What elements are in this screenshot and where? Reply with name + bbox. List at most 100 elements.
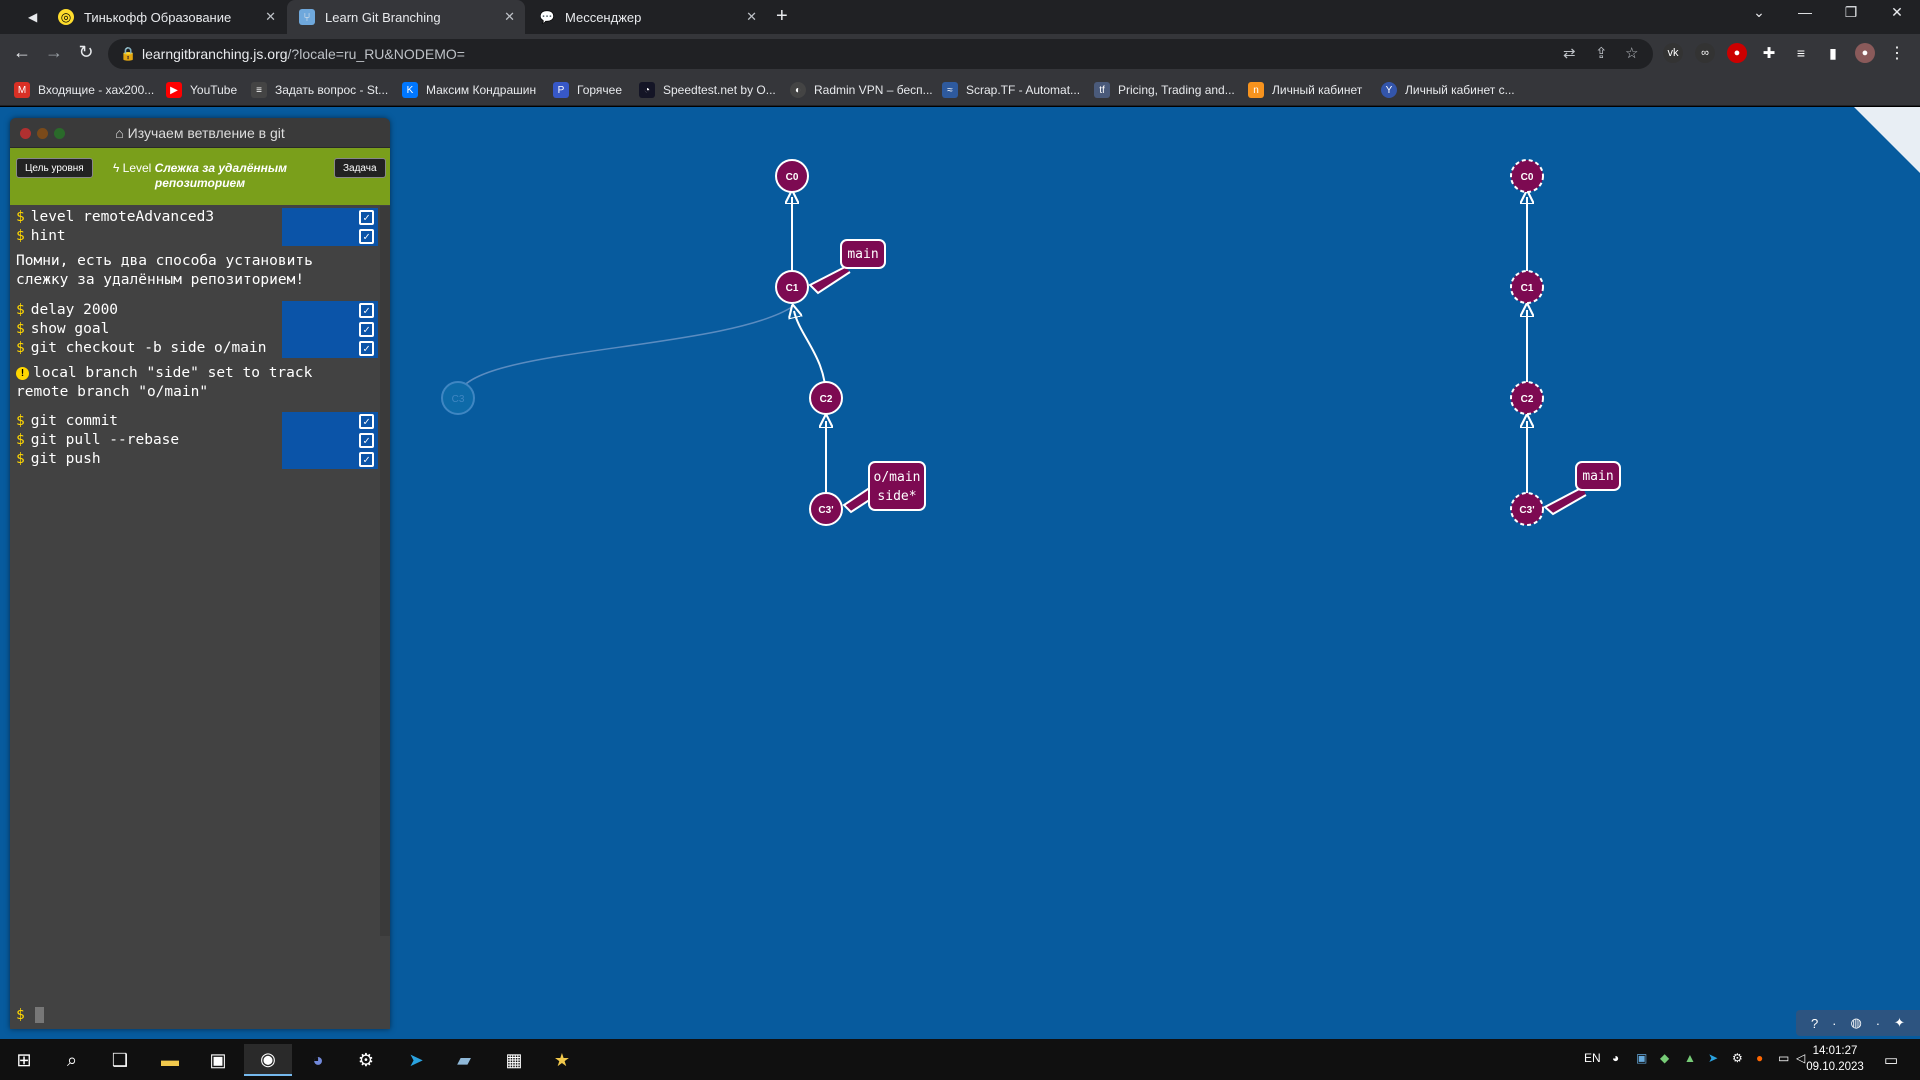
telegram-tray-icon[interactable]: ➤ [1708,1051,1718,1065]
tab-messenger[interactable]: 💬 Мессенджер ✕ [527,0,767,34]
commit-c2[interactable]: C2 [809,381,843,415]
remote-commit-c0[interactable]: C0 [1510,159,1544,193]
translate-icon[interactable]: ⇄ [1563,44,1576,62]
tab-close-icon[interactable]: ✕ [504,9,515,25]
bookmark-item[interactable]: tf Pricing, Trading and... [1094,81,1235,99]
bookmark-star-icon[interactable]: ☆ [1625,44,1638,62]
file-explorer-icon[interactable]: ▬ [146,1044,194,1076]
restore-icon[interactable]: ❐ [1831,4,1871,21]
bookmark-item[interactable]: M Входящие - xax200... [14,81,154,99]
forward-icon[interactable]: → [42,42,66,63]
tinkoff-icon: ◎ [58,9,74,25]
calculator-icon[interactable]: ▦ [490,1044,538,1076]
share-icon[interactable]: ⇪ [1595,44,1608,62]
menu-kebab-icon[interactable]: ⋮ [1887,43,1907,63]
language-indicator[interactable]: EN [1584,1051,1601,1065]
steam-tray-icon[interactable]: ▣ [1636,1051,1647,1065]
bookmark-item[interactable]: P Горячее [553,81,622,99]
remote-commit-c3-prime[interactable]: C3' [1510,492,1544,526]
app-icon[interactable]: ▣ [194,1044,242,1076]
bookmark-item[interactable]: ≡ Задать вопрос - St... [251,81,388,99]
close-dot[interactable] [20,128,31,139]
address-bar[interactable]: 🔒 learngitbranching.js.org/?locale=ru_RU… [108,39,1653,69]
bookmark-item[interactable]: ≈ Scrap.TF - Automat... [942,81,1080,99]
level-name: Слежка за удалённым репозиторием [154,161,288,190]
minimize-icon[interactable]: — [1785,4,1825,20]
terminal-scrollbar[interactable] [380,206,390,936]
help-toolbar: ? · ◍ · ✦ [1796,1010,1920,1036]
tab-tinkoff[interactable]: ◎ Тинькофф Образование ✕ [46,0,286,34]
bookmark-item[interactable]: n Личный кабинет [1248,81,1362,99]
commit-c3-prime[interactable]: C3' [809,492,843,526]
help-icon[interactable]: ? [1811,1016,1818,1031]
tab-search-button[interactable]: ◀︎ [16,0,46,34]
bookmark-item[interactable]: Y Личный кабинет с... [1381,81,1515,99]
command-line: $ level remoteAdvanced3 ✓ [10,208,380,227]
notifications-icon[interactable]: ▭ [1884,1051,1898,1069]
search-icon[interactable]: ⌕ [48,1044,96,1076]
branch-o-main-side[interactable]: o/main side* [842,461,926,514]
windows-start-icon[interactable]: ⊞ [0,1044,48,1076]
steam-tray-icon-2[interactable]: ⚙ [1732,1051,1743,1065]
level-title: ϟ Level Слежка за удалённым репозиторием [112,161,288,190]
ghost-commit-c3[interactable]: C3 [441,381,475,415]
nvidia-tray-icon[interactable]: ◆ [1660,1051,1669,1065]
svg-text:side*: side* [877,489,916,504]
command-line: $ hint ✓ [10,227,380,246]
tab-close-icon[interactable]: ✕ [746,9,757,25]
telegram-icon[interactable]: ➤ [392,1044,440,1076]
bookmark-item[interactable]: K Максим Кондрашин [402,81,536,99]
tab-search-icon[interactable]: ⌄ [1739,4,1779,21]
side-panel-icon[interactable]: ▮ [1823,43,1843,63]
star-app-icon[interactable]: ★ [538,1044,586,1076]
profile-avatar[interactable]: ● [1855,43,1875,63]
notes-icon[interactable]: ▰ [440,1044,488,1076]
svg-text:C0: C0 [1521,172,1534,183]
bookmark-item[interactable]: ▶ YouTube [166,81,237,99]
antivirus-tray-icon[interactable]: ● [1756,1051,1763,1065]
remote-commit-c1[interactable]: C1 [1510,270,1544,304]
discord-tray-icon[interactable]: ◕ [1612,1051,1619,1065]
github-corner[interactable] [1854,107,1920,173]
task-view-icon[interactable]: ❑ [96,1044,144,1076]
twitter-icon[interactable]: ✦ [1894,1015,1905,1031]
new-tab-button[interactable]: + [776,5,788,28]
speedtest-icon: ◔ [639,82,655,98]
tab-close-icon[interactable]: ✕ [265,9,276,25]
discord-icon[interactable]: ◕ [294,1044,342,1076]
shield-extension-icon[interactable]: ● [1727,43,1747,63]
utility-tray-icon[interactable]: ▲ [1684,1051,1696,1065]
checkbox-icon: ✓ [359,452,374,467]
remote-branch-main[interactable]: main [1543,461,1621,516]
tab-learn-git[interactable]: ⑂ Learn Git Branching ✕ [287,0,525,34]
globe-icon[interactable]: ◍ [1850,1015,1861,1031]
remote-commit-c2[interactable]: C2 [1510,381,1544,415]
system-clock[interactable]: 14:01:27 09.10.2023 [1800,1043,1870,1075]
commit-c1[interactable]: C1 [775,270,809,304]
audio-icon: ◀︎ [28,10,38,24]
minimize-dot[interactable] [37,128,48,139]
scraptf-icon: ≈ [942,82,958,98]
task-button[interactable]: Задача [334,158,386,178]
command-input[interactable]: $ [16,1006,44,1024]
windows-taskbar: ⊞ ⌕ ❑ ▬ ▣ ◉ ◕ ⚙ ➤ ▰ ▦ ★ EN ◕ ▣ ◆ ▲ ➤ ⚙ ●… [0,1039,1920,1080]
steam-icon[interactable]: ⚙ [342,1044,390,1076]
chrome-icon[interactable]: ◉ [244,1044,292,1076]
commit-c0[interactable]: C0 [775,159,809,193]
bookmark-item[interactable]: ◔ Speedtest.net by O... [639,81,776,99]
extensions-puzzle-icon[interactable]: ✚ [1759,43,1779,63]
media-control-icon[interactable]: ≡ [1791,43,1811,63]
radmin-icon: ◐ [790,82,806,98]
lightning-icon: ϟ [112,161,120,175]
branch-main[interactable]: main [808,239,886,295]
reload-icon[interactable]: ↻ [74,42,98,63]
svg-text:o/main: o/main [874,470,921,485]
glasses-extension-icon[interactable]: ∞ [1695,43,1715,63]
level-goal-button[interactable]: Цель уровня [16,158,93,178]
back-icon[interactable]: ← [10,42,34,63]
close-window-icon[interactable]: ✕ [1877,4,1917,21]
network-icon[interactable]: ▭ [1778,1051,1789,1065]
maximize-dot[interactable] [54,128,65,139]
bookmark-item[interactable]: ◐ Radmin VPN – бесп... [790,81,933,99]
vk-extension-icon[interactable]: vk [1663,43,1683,63]
